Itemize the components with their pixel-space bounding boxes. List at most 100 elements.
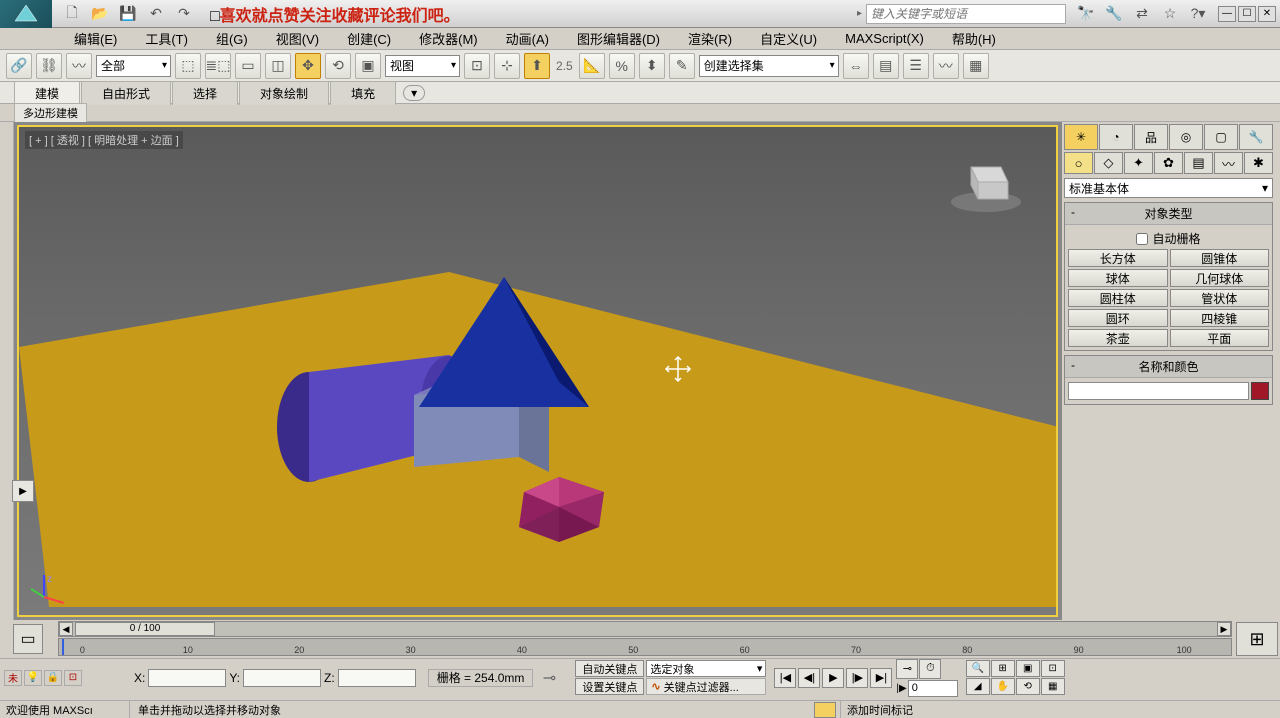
select-icon[interactable]: ⬚ <box>175 53 201 79</box>
prev-frame-icon[interactable]: ◀| <box>798 668 820 688</box>
mirror-icon[interactable]: ⇔ <box>843 53 869 79</box>
search-play-icon[interactable]: ▸ <box>857 8 862 19</box>
scale-icon[interactable]: ▣ <box>355 53 381 79</box>
angle-snap-icon[interactable]: 📐 <box>579 53 605 79</box>
rollout-namecolor-header[interactable]: 名称和颜色 <box>1065 356 1272 378</box>
obj-cone-button[interactable]: 圆锥体 <box>1170 249 1270 267</box>
keymode-dropdown[interactable]: 选定对象 <box>646 660 766 677</box>
select-name-icon[interactable]: ≣⬚ <box>205 53 231 79</box>
help-icon[interactable]: ?▾ <box>1188 4 1208 24</box>
rotate-icon[interactable]: ⟲ <box>325 53 351 79</box>
menu-animation[interactable]: 动画(A) <box>492 27 563 50</box>
set-key-mode-icon[interactable]: ⊞ <box>1236 622 1278 656</box>
zoom-all-icon[interactable]: ⊞ <box>991 660 1015 677</box>
category-dropdown[interactable]: 标准基本体 <box>1064 178 1273 198</box>
z-input[interactable] <box>338 669 416 687</box>
key-mode-icon[interactable]: ⊸ <box>896 659 918 679</box>
selection-lock-icon[interactable]: ⊡ <box>64 670 82 686</box>
slider-right-icon[interactable]: ▶ <box>1217 622 1231 636</box>
link-icon[interactable]: 🔗 <box>6 53 32 79</box>
orbit-icon[interactable]: ⟲ <box>1016 678 1040 695</box>
script-mini-icon[interactable]: 未 <box>4 670 22 686</box>
lights-subtab-icon[interactable]: ✦ <box>1124 152 1153 174</box>
obj-torus-button[interactable]: 圆环 <box>1068 309 1168 327</box>
menu-tools[interactable]: 工具(T) <box>131 27 202 50</box>
zoom-extents-all-icon[interactable]: ⊡ <box>1041 660 1065 677</box>
zoom-extents-icon[interactable]: ▣ <box>1016 660 1040 677</box>
named-selection-dropdown[interactable]: 创建选择集 <box>699 55 839 77</box>
obj-plane-button[interactable]: 平面 <box>1170 329 1270 347</box>
y-input[interactable] <box>243 669 321 687</box>
ribbon-minimize-icon[interactable]: ▾ <box>403 85 425 101</box>
curve-editor-icon[interactable]: 〰 <box>933 53 959 79</box>
x-input[interactable] <box>148 669 226 687</box>
ribbon-tab-objectpaint[interactable]: 对象绘制 <box>239 81 329 105</box>
obj-pyramid-button[interactable]: 四棱锥 <box>1170 309 1270 327</box>
autokey-button[interactable]: 自动关键点 <box>575 660 644 677</box>
play-icon[interactable]: ▶ <box>822 668 844 688</box>
time-marker[interactable] <box>62 639 64 655</box>
zoom-icon[interactable]: 🔍 <box>966 660 990 677</box>
maximize-button[interactable]: ☐ <box>1238 6 1256 22</box>
time-ruler[interactable]: 0 10 20 30 40 50 60 70 80 90 100 <box>58 638 1232 656</box>
modify-tab-icon[interactable]: ◔ <box>1099 124 1133 150</box>
rollout-objecttype-header[interactable]: 对象类型 <box>1065 203 1272 225</box>
next-frame-icon[interactable]: |▶ <box>846 668 868 688</box>
helpers-subtab-icon[interactable]: ▤ <box>1184 152 1213 174</box>
binoculars-icon[interactable]: 🔭 <box>1076 4 1096 24</box>
hierarchy-tab-icon[interactable]: 品 <box>1134 124 1168 150</box>
viewport-play-icon[interactable]: ▶ <box>12 480 34 502</box>
goto-start-icon[interactable]: |◀ <box>774 668 796 688</box>
obj-geosphere-button[interactable]: 几何球体 <box>1170 269 1270 287</box>
obj-cylinder-button[interactable]: 圆柱体 <box>1068 289 1168 307</box>
isolate-icon[interactable]: 💡 <box>24 670 42 686</box>
create-tab-icon[interactable]: ✳ <box>1064 124 1098 150</box>
ribbon-tab-freeform[interactable]: 自由形式 <box>81 81 171 105</box>
menu-edit[interactable]: 编辑(E) <box>60 27 131 50</box>
tag-icon[interactable] <box>814 702 836 718</box>
selection-filter-dropdown[interactable]: 全部 <box>96 55 171 77</box>
cameras-subtab-icon[interactable]: ✿ <box>1154 152 1183 174</box>
new-icon[interactable]: 🗋 <box>62 4 82 24</box>
star-icon[interactable]: ☆ <box>1160 4 1180 24</box>
menu-group[interactable]: 组(G) <box>202 27 262 50</box>
setkey-button[interactable]: 设置关键点 <box>575 678 644 695</box>
perspective-viewport[interactable]: [ + ] [ 透视 ] [ 明暗处理 + 边面 ] <box>17 125 1058 617</box>
move-icon[interactable]: ✥ <box>295 53 321 79</box>
menu-modifiers[interactable]: 修改器(M) <box>405 27 492 50</box>
unlink-icon[interactable]: ⛓ <box>36 53 62 79</box>
wrench-icon[interactable]: 🔧 <box>1104 4 1124 24</box>
open-icon[interactable]: 📂 <box>90 4 110 24</box>
systems-subtab-icon[interactable]: ✱ <box>1244 152 1273 174</box>
obj-tube-button[interactable]: 管状体 <box>1170 289 1270 307</box>
object-name-input[interactable] <box>1068 382 1249 400</box>
fov-icon[interactable]: ◢ <box>966 678 990 695</box>
object-color-swatch[interactable] <box>1251 382 1269 400</box>
manip-icon[interactable]: ⊹ <box>494 53 520 79</box>
obj-teapot-button[interactable]: 茶壶 <box>1068 329 1168 347</box>
spacewarps-subtab-icon[interactable]: 〰 <box>1214 152 1243 174</box>
schematic-icon[interactable]: ▦ <box>963 53 989 79</box>
geometry-subtab-icon[interactable]: ○ <box>1064 152 1093 174</box>
maximize-viewport-icon[interactable]: ▦ <box>1041 678 1065 695</box>
menu-maxscript[interactable]: MAXScript(X) <box>831 29 938 48</box>
lock-icon[interactable]: 🔒 <box>44 670 62 686</box>
current-frame-input[interactable] <box>908 680 958 697</box>
select-region-icon[interactable]: ▭ <box>235 53 261 79</box>
menu-help[interactable]: 帮助(H) <box>938 27 1010 50</box>
minimize-button[interactable]: — <box>1218 6 1236 22</box>
shapes-subtab-icon[interactable]: ◇ <box>1094 152 1123 174</box>
addtag-label[interactable]: 添加时间标记 <box>840 701 1280 718</box>
percent-snap-icon[interactable]: % <box>609 53 635 79</box>
time-config-icon[interactable]: ⏱ <box>919 659 941 679</box>
spinner-snap-icon[interactable]: ⬍ <box>639 53 665 79</box>
slider-left-icon[interactable]: ◀ <box>59 622 73 636</box>
menu-grapheditor[interactable]: 图形编辑器(D) <box>563 27 674 50</box>
bind-icon[interactable]: 〰 <box>66 53 92 79</box>
key-large-icon[interactable]: ⊸ <box>537 661 561 695</box>
ribbon-tab-populate[interactable]: 填充 <box>330 81 396 105</box>
undo-icon[interactable]: ↶ <box>146 4 166 24</box>
help-search-input[interactable] <box>866 4 1066 24</box>
ref-coord-dropdown[interactable]: 视图 <box>385 55 460 77</box>
menu-create[interactable]: 创建(C) <box>333 27 405 50</box>
